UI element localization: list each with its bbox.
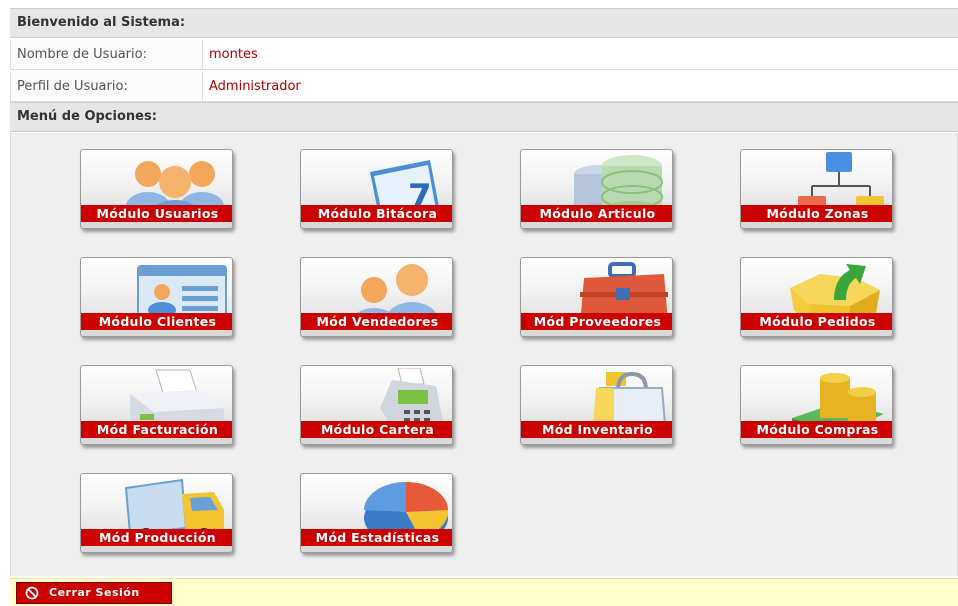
profile-value: Administrador <box>209 79 301 94</box>
module-vendedores-label: Mód Vendedores <box>301 313 452 330</box>
logout-label: Cerrar Sesión <box>49 586 140 599</box>
module-inventario-button[interactable]: Mód Inventario <box>520 365 673 451</box>
module-bitacora-button[interactable]: 7 Módulo Bitácora <box>300 149 453 235</box>
module-pedidos-label: Módulo Pedidos <box>741 313 892 330</box>
module-facturacion-label: Mód Facturación <box>81 421 232 438</box>
module-articulo-label: Módulo Articulo <box>521 205 672 222</box>
module-clientes-label: Módulo Clientes <box>81 313 232 330</box>
username-row: Nombre de Usuario: montes <box>10 40 958 70</box>
module-usuarios-button[interactable]: Módulo Usuarios <box>80 149 233 235</box>
module-grid: Módulo Usuarios 7 Módulo Bitácora Módulo… <box>10 133 958 576</box>
module-proveedores-button[interactable]: Mód Proveedores <box>520 257 673 343</box>
username-label: Nombre de Usuario: <box>10 40 203 69</box>
module-compras-button[interactable]: Módulo Compras <box>740 365 893 451</box>
module-cartera-label: Módulo Cartera <box>301 421 452 438</box>
module-inventario-label: Mód Inventario <box>521 421 672 438</box>
no-entry-icon <box>25 586 39 600</box>
username-value: montes <box>209 47 258 62</box>
module-estadisticas-button[interactable]: Mód Estadísticas <box>300 473 453 559</box>
module-compras-label: Módulo Compras <box>741 421 892 438</box>
module-proveedores-label: Mód Proveedores <box>521 313 672 330</box>
menu-header: Menú de Opciones: <box>10 102 958 132</box>
footer-bar: Cerrar Sesión <box>10 578 958 606</box>
module-zonas-label: Módulo Zonas <box>741 205 892 222</box>
module-pedidos-button[interactable]: Módulo Pedidos <box>740 257 893 343</box>
profile-row: Perfil de Usuario: Administrador <box>10 72 958 102</box>
module-estadisticas-label: Mód Estadísticas <box>301 529 452 546</box>
module-zonas-button[interactable]: Módulo Zonas <box>740 149 893 235</box>
module-produccion-button[interactable]: Mód Producción <box>80 473 233 559</box>
module-usuarios-label: Módulo Usuarios <box>81 205 232 222</box>
module-bitacora-label: Módulo Bitácora <box>301 205 452 222</box>
module-facturacion-button[interactable]: Mód Facturación <box>80 365 233 451</box>
module-articulo-button[interactable]: Módulo Articulo <box>520 149 673 235</box>
logout-button[interactable]: Cerrar Sesión <box>16 582 172 604</box>
welcome-header: Bienvenido al Sistema: <box>10 8 958 38</box>
module-cartera-button[interactable]: Módulo Cartera <box>300 365 453 451</box>
module-clientes-button[interactable]: Módulo Clientes <box>80 257 233 343</box>
module-produccion-label: Mód Producción <box>81 529 232 546</box>
welcome-panel: Bienvenido al Sistema: Nombre de Usuario… <box>10 8 958 606</box>
module-vendedores-button[interactable]: Mód Vendedores <box>300 257 453 343</box>
profile-label: Perfil de Usuario: <box>10 72 203 101</box>
